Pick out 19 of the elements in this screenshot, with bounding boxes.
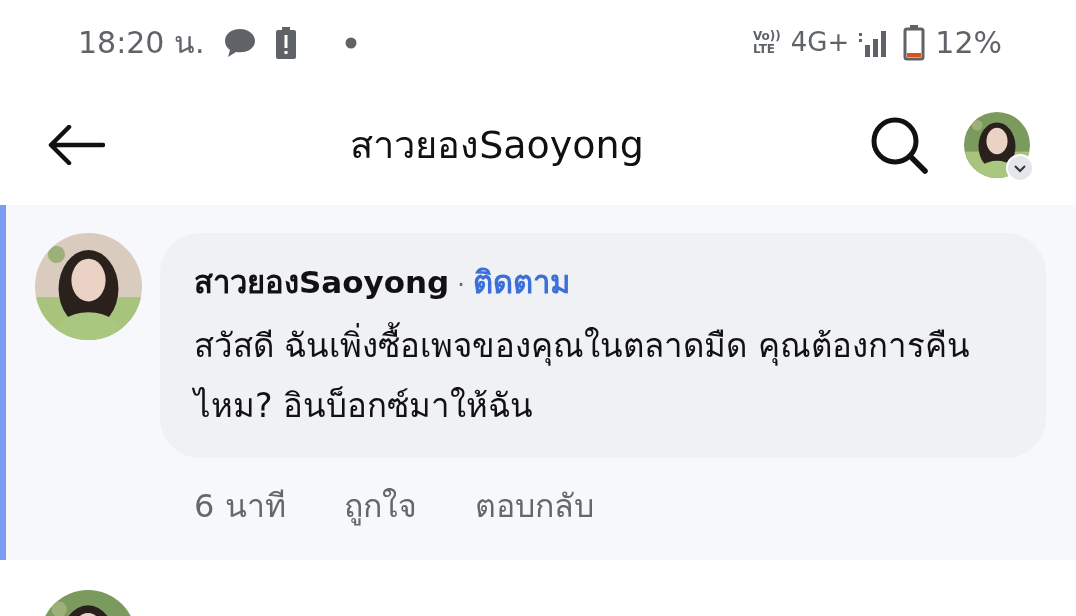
follow-link[interactable]: ติดตาม [472, 259, 570, 306]
comment-time: 6 นาที [194, 485, 286, 527]
status-time: 18:20 น. [78, 24, 205, 62]
network-label: 4G+ [790, 26, 850, 59]
comment-text: สวัสดี ฉันเพิ่งซื้อเพจของคุณในตลาดมืด คุณต้องการคืนไหม? อินบ็อกซ์มาให้ฉัน [194, 315, 1016, 436]
search-icon [869, 115, 929, 175]
comment-author[interactable]: สาวยองSaoyong [194, 259, 450, 306]
message-icon [222, 26, 257, 59]
page-title: สาวยองSaoyong [349, 121, 644, 169]
chevron-down-icon[interactable] [1006, 154, 1034, 182]
battery-alert-icon [274, 26, 297, 59]
volte-label: Vo)) LTE [753, 29, 781, 56]
back-arrow-icon [47, 125, 105, 165]
separator-dot: · [457, 270, 465, 301]
dot-icon [344, 36, 357, 49]
battery-low-icon [903, 24, 926, 61]
reply-button[interactable]: ตอบกลับ [474, 481, 594, 530]
like-button[interactable]: ถูกใจ [343, 481, 417, 530]
battery-percent: 12% [935, 24, 1002, 62]
